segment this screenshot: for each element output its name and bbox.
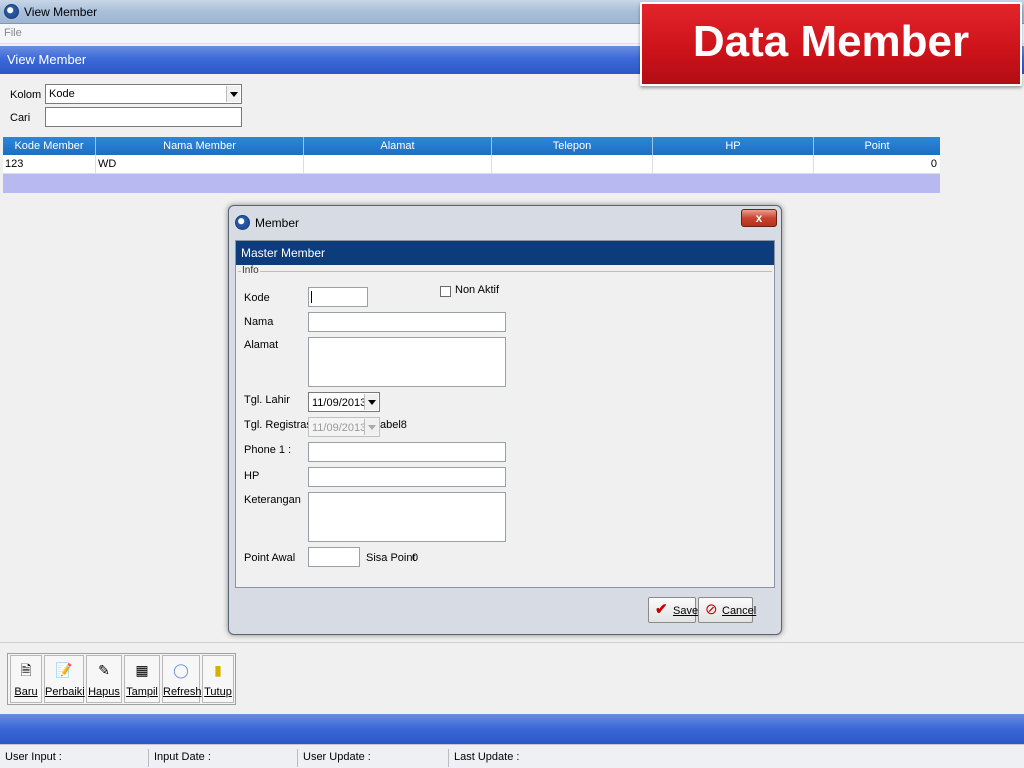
tutup-button[interactable]: ▮ Tutup xyxy=(202,655,234,703)
point-awal-label: Point Awal xyxy=(244,552,296,564)
table-row[interactable]: 123 WD 0 xyxy=(3,155,940,174)
status-user-update: User Update : xyxy=(300,749,449,767)
member-dialog: Member x Master Member Info Kode Non Akt… xyxy=(228,205,782,635)
window-title: View Member xyxy=(24,5,98,19)
kode-input[interactable] xyxy=(308,287,368,307)
lightbulb-icon: ◯ xyxy=(173,662,189,678)
refresh-button[interactable]: ◯ Refresh xyxy=(162,655,202,703)
keterangan-label: Keterangan xyxy=(244,494,301,506)
hp-label: HP xyxy=(244,470,260,482)
status-bar: User Input : Input Date : User Update : … xyxy=(0,744,1024,768)
master-member-header: Master Member xyxy=(236,241,774,265)
cell-kode: 123 xyxy=(3,155,96,173)
eraser-icon: ✎ xyxy=(98,662,110,678)
phone1-label: Phone 1 : xyxy=(244,444,292,456)
tgl-registrasi-value: 11/09/2013 xyxy=(312,422,367,434)
text-cursor xyxy=(311,291,312,303)
nama-input[interactable] xyxy=(308,312,506,332)
cell-telepon xyxy=(492,155,653,173)
tampil-label: Tampil xyxy=(126,686,158,698)
tgl-lahir-label: Tgl. Lahir xyxy=(244,394,290,406)
chevron-down-icon[interactable] xyxy=(226,86,240,102)
cell-point: 0 xyxy=(930,158,937,170)
tgl-registrasi-picker: 11/09/2013 xyxy=(308,417,380,437)
sisa-point-value: 0 xyxy=(412,552,419,564)
hapus-button[interactable]: ✎ Hapus xyxy=(86,655,122,703)
non-aktif-checkbox[interactable] xyxy=(440,286,451,297)
dialog-body: Master Member Info Kode Non Aktif Nama A… xyxy=(235,240,775,588)
master-member-title: Master Member xyxy=(241,246,326,260)
status-user-input: User Input : xyxy=(2,749,149,767)
refresh-label: Refresh xyxy=(163,686,202,698)
col-nama-member[interactable]: Nama Member xyxy=(96,137,304,155)
nama-label: Nama xyxy=(244,316,274,328)
perbaiki-button[interactable]: 📝 Perbaiki xyxy=(44,655,85,703)
kolom-select[interactable]: Kode xyxy=(45,84,242,104)
cell-alamat xyxy=(304,155,492,173)
status-input-date: Input Date : xyxy=(151,749,298,767)
bottom-toolbar: 🗎 Baru 📝 Perbaiki ✎ Hapus ▦ Tampil ◯ Ref… xyxy=(0,642,1024,714)
data-member-badge: Data Member xyxy=(640,2,1022,86)
perbaiki-label: Perbaiki xyxy=(45,686,85,698)
view-title: View Member xyxy=(7,52,87,67)
cell-nama: WD xyxy=(96,155,304,173)
kolom-value: Kode xyxy=(49,88,75,100)
non-aktif-label: Non Aktif xyxy=(455,284,500,296)
col-point[interactable]: Point xyxy=(814,137,940,155)
member-grid[interactable]: Kode Member Nama Member Alamat Telepon H… xyxy=(3,137,940,193)
edit-document-icon: 📝 xyxy=(55,662,73,678)
footer-bar xyxy=(0,714,1024,744)
app-icon xyxy=(4,4,19,19)
col-kode-member[interactable]: Kode Member xyxy=(3,137,96,155)
alamat-textarea[interactable] xyxy=(308,337,506,387)
alamat-label: Alamat xyxy=(244,339,279,351)
exit-door-icon: ▮ xyxy=(214,662,222,678)
menu-file[interactable]: File xyxy=(4,27,22,39)
grid-header: Kode Member Nama Member Alamat Telepon H… xyxy=(3,137,940,155)
chevron-down-icon[interactable] xyxy=(364,394,378,410)
baru-label: Baru xyxy=(14,686,38,698)
point-awal-input[interactable] xyxy=(308,547,360,567)
cari-input[interactable] xyxy=(45,107,242,127)
checkmark-icon: ✔ xyxy=(655,601,668,618)
hapus-label: Hapus xyxy=(88,686,120,698)
keterangan-textarea[interactable] xyxy=(308,492,506,542)
cancel-button[interactable]: ⊘ Cancel xyxy=(698,597,757,623)
status-last-update: Last Update : xyxy=(454,751,520,763)
kode-label: Kode xyxy=(244,292,270,304)
tampil-button[interactable]: ▦ Tampil xyxy=(124,655,160,703)
tutup-label: Tutup xyxy=(204,686,232,698)
col-hp[interactable]: HP xyxy=(653,137,814,155)
sisa-point-label: Sisa Point xyxy=(366,552,416,564)
col-alamat[interactable]: Alamat xyxy=(304,137,492,155)
cell-hp xyxy=(653,155,814,173)
save-button[interactable]: ✔ Save xyxy=(648,597,699,623)
save-label: Save xyxy=(673,605,699,617)
info-group: Info Kode Non Aktif Nama Alamat Tgl. Lah… xyxy=(238,265,772,587)
hp-input[interactable] xyxy=(308,467,506,487)
display-icon: ▦ xyxy=(135,662,149,678)
new-document-icon: 🗎 xyxy=(20,662,32,678)
toolbar-group: 🗎 Baru 📝 Perbaiki ✎ Hapus ▦ Tampil ◯ Ref… xyxy=(7,653,236,705)
cancel-icon: ⊘ xyxy=(705,601,718,618)
kolom-label: Kolom xyxy=(10,89,42,101)
badge-text: Data Member xyxy=(692,17,970,66)
grid-new-row[interactable] xyxy=(3,174,940,193)
tgl-lahir-value: 11/09/2013 xyxy=(312,397,367,409)
col-telepon[interactable]: Telepon xyxy=(492,137,653,155)
dialog-title: Member xyxy=(255,216,300,230)
dialog-footer: ✔ Save ⊘ Cancel xyxy=(235,591,775,631)
app-icon xyxy=(235,215,250,230)
baru-button[interactable]: 🗎 Baru xyxy=(10,655,42,703)
tgl-lahir-picker[interactable]: 11/09/2013 xyxy=(308,392,380,412)
label8: abel8 xyxy=(380,419,407,431)
cancel-label: Cancel xyxy=(722,605,757,617)
chevron-down-icon xyxy=(364,419,378,435)
close-icon: x xyxy=(755,211,763,225)
phone1-input[interactable] xyxy=(308,442,506,462)
cari-label: Cari xyxy=(10,112,31,124)
info-legend: Info xyxy=(241,265,260,276)
close-button[interactable]: x xyxy=(741,209,777,227)
